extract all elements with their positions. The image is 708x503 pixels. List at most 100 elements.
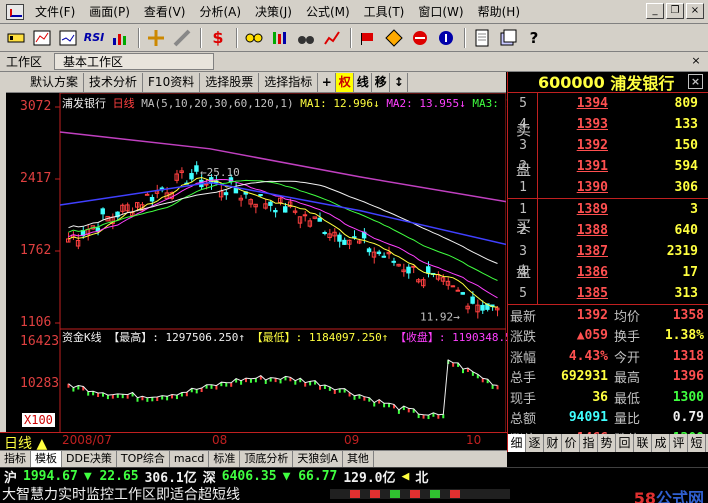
indicator-tab[interactable]: 顶底分析: [240, 451, 294, 467]
indicator-tab[interactable]: macd: [170, 451, 210, 467]
sell-row[interactable]: 1 1390 306: [508, 177, 708, 198]
sell-price[interactable]: 1392: [538, 138, 608, 153]
chart-analysis-icon[interactable]: [320, 27, 344, 49]
menu-decision[interactable]: 决策(J): [248, 1, 299, 23]
bar-chart-icon[interactable]: [108, 27, 132, 49]
restore-button[interactable]: ❐: [666, 3, 684, 19]
sell-volume: 306: [674, 180, 698, 195]
toolbar-separator: [236, 27, 238, 48]
candle-body: [391, 260, 396, 263]
line-button[interactable]: 线: [354, 72, 373, 92]
kline-icon[interactable]: [30, 27, 54, 49]
candle-body: [455, 289, 461, 292]
sell-volume: 809: [674, 96, 698, 111]
buy-price[interactable]: 1385: [538, 286, 608, 301]
tab-f10[interactable]: F10资料: [143, 72, 201, 92]
menu-view[interactable]: 查看(V): [137, 1, 193, 23]
indicator-tab[interactable]: 模板: [31, 451, 62, 467]
no-entry-icon[interactable]: [408, 27, 432, 49]
kline-chart[interactable]: ←25.10 11.92→ 浦发银行 日线 MA(5,10,20,30,60,12…: [6, 93, 539, 433]
sell-price[interactable]: 1394: [538, 96, 608, 111]
quote-footer-tab[interactable]: 逐: [526, 434, 544, 452]
scale-button[interactable]: ↕: [390, 72, 409, 92]
back-icon[interactable]: [4, 27, 28, 49]
buy-price[interactable]: 1386: [538, 265, 608, 280]
rights-button[interactable]: 权: [336, 72, 355, 92]
buy-row[interactable]: 3 1387 2319: [508, 241, 708, 262]
buy-row[interactable]: 5 1385 313: [508, 283, 708, 304]
menu-window[interactable]: 窗口(W): [411, 1, 470, 23]
flag-icon[interactable]: [356, 27, 380, 49]
menu-formula[interactable]: 公式(M): [299, 1, 357, 23]
candle-body: [273, 209, 278, 213]
document-icon[interactable]: [470, 27, 494, 49]
sell-price[interactable]: 1390: [538, 180, 608, 195]
quote-footer-tab[interactable]: 回: [616, 434, 634, 452]
zoom-in-button[interactable]: +: [318, 72, 337, 92]
menu-help[interactable]: 帮助(H): [471, 1, 527, 23]
sell-price[interactable]: 1391: [538, 159, 608, 174]
move-button[interactable]: 移: [372, 72, 391, 92]
x-tick-label: 2008/07: [62, 433, 112, 447]
quote-footer-tab[interactable]: 指: [580, 434, 598, 452]
buy-price[interactable]: 1387: [538, 244, 608, 259]
sell-price[interactable]: 1393: [538, 117, 608, 132]
indicator-tab[interactable]: DDE决策: [62, 451, 117, 467]
sub-y-unit-label: X100: [22, 413, 55, 427]
menu-file[interactable]: 文件(F): [28, 1, 82, 23]
quote-footer-tab[interactable]: 联: [634, 434, 652, 452]
tab-select-indicator[interactable]: 选择指标: [259, 72, 319, 92]
columns-icon[interactable]: [268, 27, 292, 49]
alert-icon[interactable]: [382, 27, 406, 49]
indicator-tab[interactable]: 其他: [343, 451, 374, 467]
quote-footer-tab[interactable]: 财: [544, 434, 562, 452]
quote-close-button[interactable]: ×: [688, 74, 703, 89]
buy-row[interactable]: 2 1388 640: [508, 220, 708, 241]
buy-row[interactable]: 4 1386 17: [508, 262, 708, 283]
next-market-arrow[interactable]: ◀: [402, 469, 410, 484]
close-window-button[interactable]: ×: [686, 3, 704, 19]
workarea-close-button[interactable]: ×: [688, 54, 704, 69]
sell-row[interactable]: 2 1391 594: [508, 156, 708, 177]
quote-footer-tab[interactable]: 评: [670, 434, 688, 452]
news-scroll-text[interactable]: 大智慧力实时监控工作区即适合超短线: [0, 484, 300, 503]
quote-footer-tab[interactable]: 短: [688, 434, 706, 452]
sz-amount: 129.0亿: [343, 471, 396, 486]
info-icon[interactable]: [434, 27, 458, 49]
help-icon[interactable]: ?: [522, 27, 546, 49]
tab-default-scheme[interactable]: 默认方案: [6, 72, 85, 92]
stat-row: 最新 1392 均价 1358: [508, 305, 708, 326]
indicator-tab[interactable]: 天狼剑A: [293, 451, 343, 467]
tab-select-stock[interactable]: 选择股票: [200, 72, 260, 92]
menu-screen[interactable]: 画面(P): [82, 1, 137, 23]
glasses-icon[interactable]: [242, 27, 266, 49]
sell-row[interactable]: 3 1392 150: [508, 135, 708, 156]
quote-footer-tab[interactable]: 价: [562, 434, 580, 452]
menu-analysis[interactable]: 分析(A): [192, 1, 248, 23]
rsi-button[interactable]: RSI: [82, 27, 106, 49]
buy-price[interactable]: 1388: [538, 223, 608, 238]
candle-body: [204, 183, 209, 186]
indicator-tab[interactable]: TOP综合: [117, 451, 170, 467]
dollar-button[interactable]: $: [206, 27, 230, 49]
indicator-tab[interactable]: 指标: [0, 451, 31, 467]
draw-line-icon[interactable]: [170, 27, 194, 49]
trend-icon[interactable]: [56, 27, 80, 49]
quote-footer-tab[interactable]: 势: [598, 434, 616, 452]
minimize-button[interactable]: _: [646, 3, 664, 19]
buy-price[interactable]: 1389: [538, 202, 608, 217]
buy-row[interactable]: 1 1389 3: [508, 199, 708, 220]
app-icon[interactable]: [6, 3, 24, 20]
binoculars-icon[interactable]: [294, 27, 318, 49]
sell-row[interactable]: 5 1394 809: [508, 93, 708, 114]
workarea-tab[interactable]: 基本工作区: [54, 53, 215, 70]
quote-footer-tab[interactable]: 细: [508, 434, 526, 452]
menu-tools[interactable]: 工具(T): [357, 1, 412, 23]
sell-row[interactable]: 4 1393 133: [508, 114, 708, 135]
cross-cursor-icon[interactable]: [144, 27, 168, 49]
tab-technical[interactable]: 技术分析: [84, 72, 144, 92]
chart-canvas: ←25.10 11.92→: [55, 93, 506, 433]
quote-footer-tab[interactable]: 成: [652, 434, 670, 452]
indicator-tab[interactable]: 标准: [209, 451, 241, 467]
layers-icon[interactable]: [496, 27, 520, 49]
